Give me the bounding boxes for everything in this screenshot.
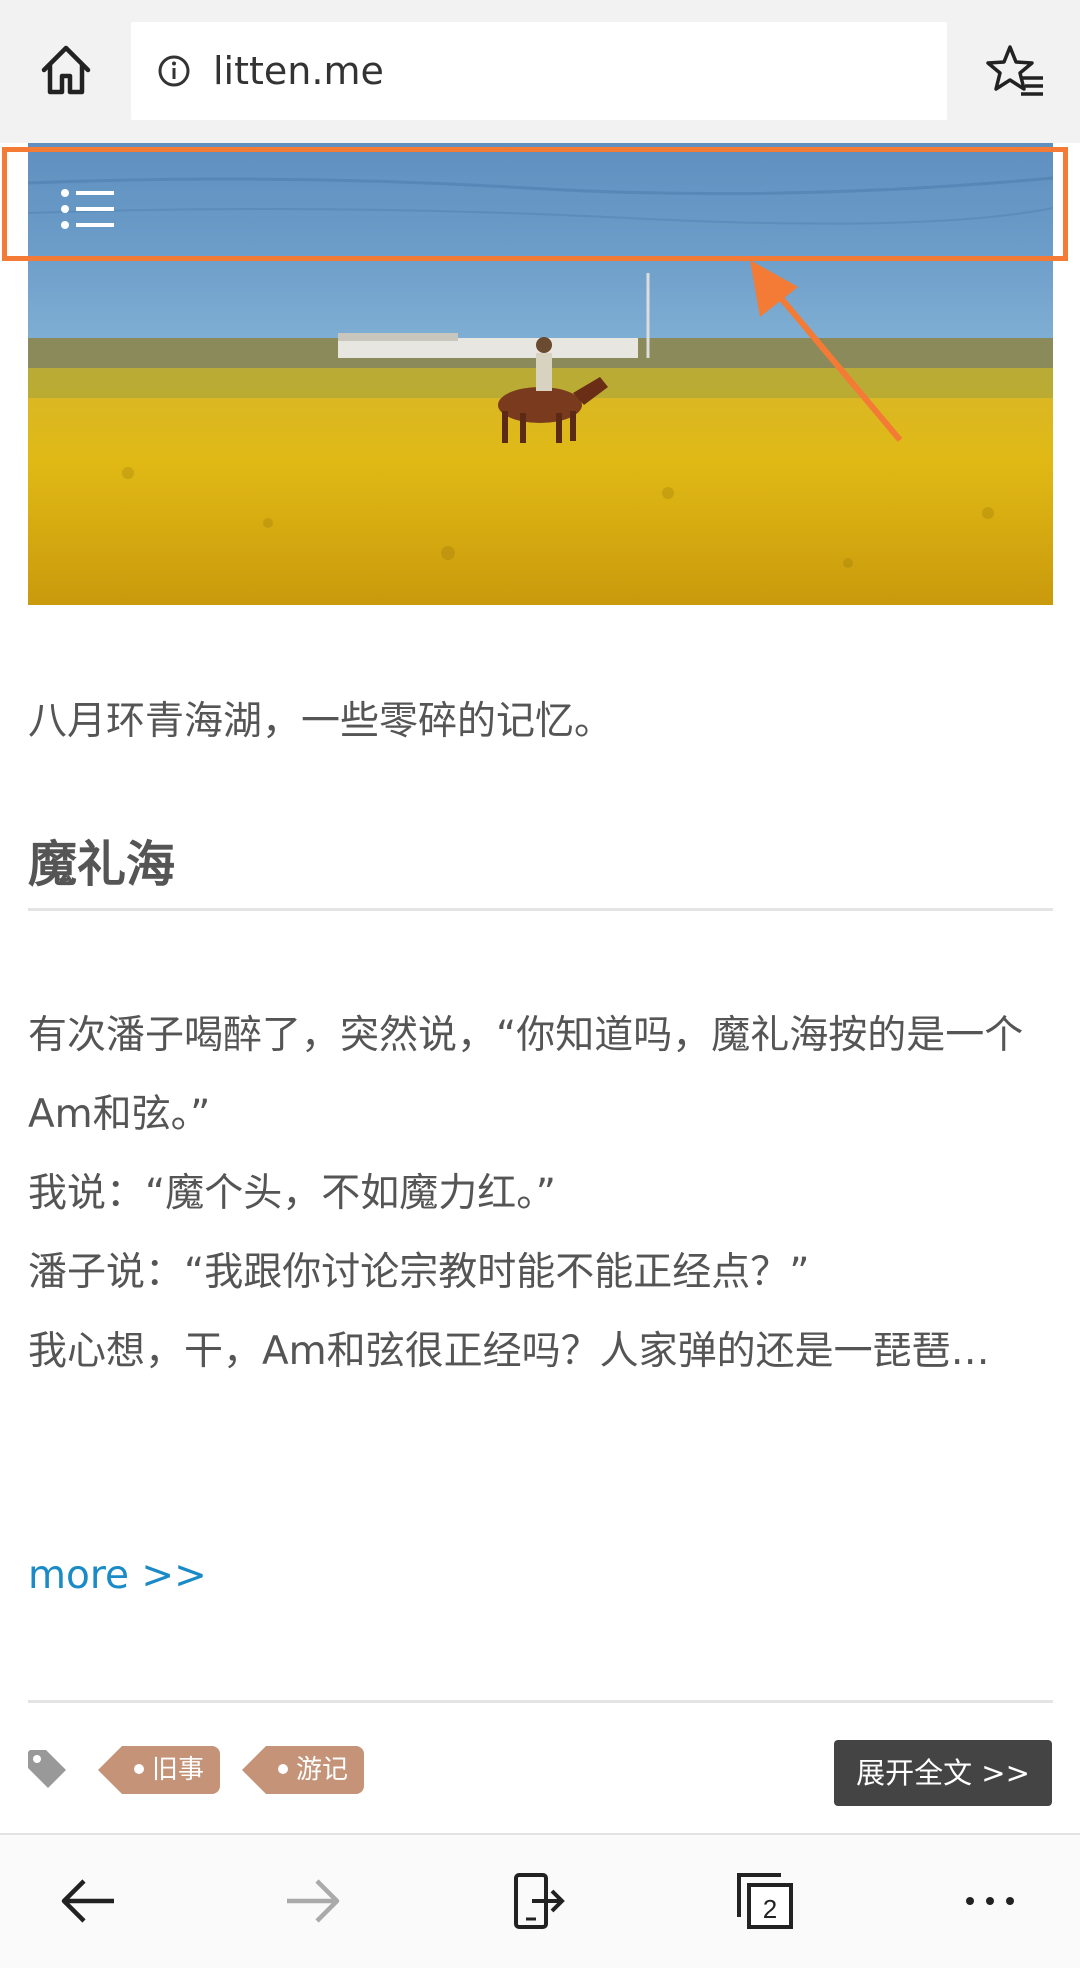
article-intro: 八月环青海湖，一些零碎的记忆。	[28, 699, 614, 744]
favorites-button[interactable]	[985, 42, 1045, 102]
tag-label: 旧事	[152, 1755, 205, 1785]
back-button[interactable]	[58, 1871, 118, 1931]
share-to-device-button[interactable]	[508, 1871, 568, 1931]
tag-hole	[134, 1763, 144, 1774]
tab-count: 2	[763, 1894, 777, 1924]
forward-icon	[287, 1879, 340, 1923]
tabs-button[interactable]: 2	[735, 1871, 795, 1931]
paragraph: 我心想，干，Am和弦很正经吗？人家弹的还是一琵琶…	[28, 1329, 990, 1374]
share-icon	[514, 1873, 565, 1929]
tag-chip[interactable]: 旧事	[97, 1746, 221, 1794]
expand-full-text-button[interactable]: 展开全文 >>	[834, 1740, 1052, 1806]
lake-field-photo	[28, 143, 1053, 605]
tabs-icon: 2	[737, 1873, 793, 1929]
back-icon	[61, 1879, 114, 1923]
address-bar[interactable]: litten.me	[131, 22, 947, 120]
paragraph: 我说：“魔个头，不如魔力红。”	[28, 1171, 556, 1216]
browser-toolbar: litten.me	[0, 0, 1080, 143]
home-button[interactable]	[36, 40, 96, 100]
paragraph: 潘子说：“我跟你讨论宗教时能不能正经点？”	[28, 1250, 810, 1295]
hero-image	[28, 143, 1053, 605]
tag-hole	[278, 1763, 288, 1774]
browser-bottom-toolbar: 2	[0, 1833, 1080, 1968]
url-text[interactable]: litten.me	[213, 46, 384, 96]
info-icon[interactable]	[157, 54, 191, 88]
article-body: 有次潘子喝醉了，突然说，“你知道吗，魔礼海按的是一个Am和弦。” 我说：“魔个头…	[28, 996, 1038, 1391]
tag-chip[interactable]: 游记	[241, 1746, 365, 1794]
menu-icon[interactable]	[60, 188, 116, 230]
favorites-icon	[986, 45, 1043, 96]
paragraph: 有次潘子喝醉了，突然说，“你知道吗，魔礼海按的是一个Am和弦。”	[28, 1013, 1024, 1137]
more-icon	[966, 1897, 1014, 1905]
tag-icon	[28, 1750, 66, 1788]
divider	[28, 1700, 1053, 1703]
forward-button[interactable]	[283, 1871, 343, 1931]
more-link[interactable]: more >>	[28, 1546, 207, 1606]
more-options-button[interactable]	[960, 1871, 1020, 1931]
tag-label: 游记	[296, 1755, 349, 1785]
home-icon	[41, 45, 91, 95]
divider	[28, 908, 1053, 911]
section-title: 魔礼海	[28, 836, 176, 893]
